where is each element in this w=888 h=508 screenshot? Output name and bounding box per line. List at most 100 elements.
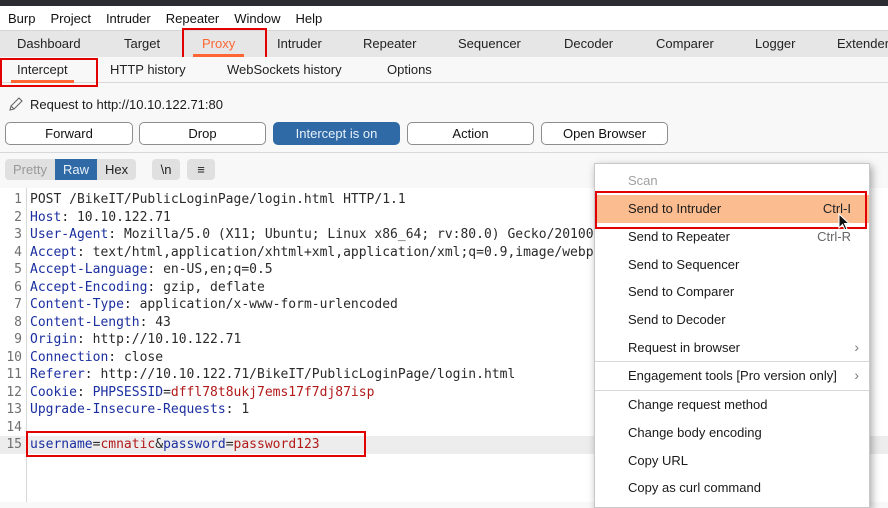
view-pretty-button[interactable]: Pretty	[5, 159, 55, 180]
tab-logger[interactable]: Logger	[755, 31, 795, 58]
tab-comparer[interactable]: Comparer	[656, 31, 714, 58]
request-line[interactable]: 11 Referer: http://10.10.122.71/BikeIT/Pu…	[0, 366, 515, 384]
line-number: 5	[14, 262, 22, 277]
request-line[interactable]: 6 Accept-Encoding: gzip, deflate	[0, 279, 265, 297]
tab-intruder[interactable]: Intruder	[277, 31, 322, 58]
view-hex-button[interactable]: Hex	[96, 159, 137, 180]
cookie-name: PHPSESSID	[92, 384, 164, 400]
subtab-websockets-history[interactable]: WebSockets history	[227, 57, 342, 83]
tab-proxy[interactable]: Proxy	[192, 31, 245, 58]
line-number: 2	[14, 209, 22, 225]
forward-button[interactable]: Forward	[5, 122, 133, 145]
menu-repeater[interactable]: Repeater	[166, 11, 219, 26]
tab-sequencer[interactable]: Sequencer	[458, 31, 521, 58]
header-name: Referer	[30, 367, 85, 382]
menu-item-label: Engagement tools [Pro version only]	[628, 368, 837, 383]
request-line[interactable]: 10 Connection: close	[0, 349, 163, 367]
menu-item-label: Send to Intruder	[628, 201, 722, 216]
show-newlines-button[interactable]: \n	[152, 159, 180, 180]
pencil-icon	[9, 97, 23, 111]
menu-item-label: Scan	[628, 173, 658, 188]
tab-repeater[interactable]: Repeater	[363, 31, 416, 58]
menu-item-label: Copy URL	[628, 453, 688, 468]
intercept-toggle-button[interactable]: Intercept is on	[273, 122, 400, 145]
header-name: Accept-Encoding	[30, 279, 148, 295]
header-separator: :	[139, 314, 156, 330]
open-browser-button[interactable]: Open Browser	[541, 122, 668, 145]
line-number: 15	[6, 437, 22, 452]
header-name: Cookie	[30, 384, 77, 400]
request-line[interactable]: 7 Content-Type: application/x-www-form-ur…	[0, 296, 398, 314]
line-number: 8	[14, 314, 22, 330]
request-line[interactable]: 2 Host: 10.10.122.71	[0, 209, 171, 227]
request-line[interactable]: 9 Origin: http://10.10.122.71	[0, 331, 241, 349]
menu-item-change-body-encoding[interactable]: Change body encoding	[595, 419, 869, 447]
line-number: 3	[14, 227, 22, 242]
request-line[interactable]: 4 Accept: text/html,application/xhtml+xml…	[0, 244, 672, 262]
request-line[interactable]: 12 Cookie: PHPSESSID=dffl78t8ukj7ems17f7d…	[0, 384, 374, 402]
subtab-intercept[interactable]: Intercept	[11, 57, 74, 83]
menu-window[interactable]: Window	[234, 11, 280, 26]
menu-intruder[interactable]: Intruder	[106, 11, 151, 26]
tab-extender[interactable]: Extender	[837, 31, 888, 58]
cookie-equals: =	[163, 384, 171, 400]
header-name: Content-Type	[30, 297, 124, 312]
header-value: http://10.10.122.71	[92, 332, 242, 347]
request-line[interactable]: 13 Upgrade-Insecure-Requests: 1	[0, 401, 249, 419]
menu-item-send-to-decoder[interactable]: Send to Decoder	[595, 306, 869, 334]
menu-item-change-request-method[interactable]: Change request method	[595, 391, 869, 419]
menu-item-scan: Scan	[595, 167, 869, 195]
menu-item-copy-url[interactable]: Copy URL	[595, 447, 869, 475]
options-menu-icon[interactable]: ≡	[187, 159, 215, 180]
line-number: 12	[6, 384, 22, 400]
request-line[interactable]: 8 Content-Length: 43	[0, 314, 171, 332]
subtab-options[interactable]: Options	[387, 57, 432, 83]
header-value: 10.10.122.71	[76, 209, 171, 225]
drop-button[interactable]: Drop	[139, 122, 266, 145]
line-number: 6	[14, 279, 22, 295]
menu-help[interactable]: Help	[295, 11, 322, 26]
menu-item-request-in-browser[interactable]: Request in browser ›	[595, 334, 869, 362]
header-separator: :	[84, 367, 101, 382]
view-mode-toggle: Pretty Raw Hex	[5, 159, 137, 180]
header-separator: :	[108, 349, 124, 365]
menu-separator	[595, 361, 869, 362]
header-value: gzip, deflate	[163, 279, 265, 295]
header-value: en-US,en;q=0.5	[163, 262, 273, 277]
main-tab-bar: Dashboard Target Proxy Intruder Repeater…	[0, 30, 888, 57]
view-raw-button[interactable]: Raw	[54, 159, 97, 180]
subtab-http-history[interactable]: HTTP history	[110, 57, 186, 83]
body-ampersand: &	[155, 437, 164, 452]
tab-decoder[interactable]: Decoder	[564, 31, 613, 58]
menu-item-send-to-comparer[interactable]: Send to Comparer	[595, 278, 869, 306]
action-button[interactable]: Action	[407, 122, 534, 145]
tab-target[interactable]: Target	[124, 31, 160, 58]
request-line[interactable]: 1 POST /BikeIT/PublicLoginPage/login.html…	[0, 191, 406, 209]
menu-item-send-to-intruder[interactable]: Send to Intruder Ctrl-I	[595, 195, 869, 223]
line-number: 14	[6, 419, 22, 435]
header-name: Connection	[30, 349, 109, 365]
menu-burp[interactable]: Burp	[8, 11, 35, 26]
header-separator: :	[147, 262, 164, 277]
header-name: Accept-Language	[30, 262, 148, 277]
menu-item-send-to-sequencer[interactable]: Send to Sequencer	[595, 251, 869, 279]
request-line[interactable]: 5 Accept-Language: en-US,en;q=0.5	[0, 261, 273, 279]
tab-dashboard[interactable]: Dashboard	[17, 31, 81, 58]
menu-separator	[595, 390, 869, 391]
menu-item-copy-as-curl-command[interactable]: Copy as curl command	[595, 474, 869, 502]
line-number: 1	[14, 192, 22, 207]
menu-item-engagement-tools-pro-version-only[interactable]: Engagement tools [Pro version only] ›	[595, 362, 869, 390]
line-number: 7	[14, 297, 22, 312]
header-separator: :	[225, 402, 242, 417]
body-param-username: username	[30, 437, 93, 452]
header-value: 1	[241, 402, 250, 417]
request-line[interactable]: 14	[0, 419, 30, 437]
menu-project[interactable]: Project	[50, 11, 90, 26]
body-equals: =	[225, 437, 234, 452]
line-number: 10	[6, 349, 22, 365]
header-separator: :	[147, 279, 164, 295]
menu-item-send-to-repeater[interactable]: Send to Repeater Ctrl-R	[595, 223, 869, 251]
header-value: application/x-www-form-urlencoded	[139, 297, 398, 312]
chevron-right-icon: ›	[854, 367, 859, 383]
menubar: Burp Project Intruder Repeater Window He…	[0, 6, 888, 30]
